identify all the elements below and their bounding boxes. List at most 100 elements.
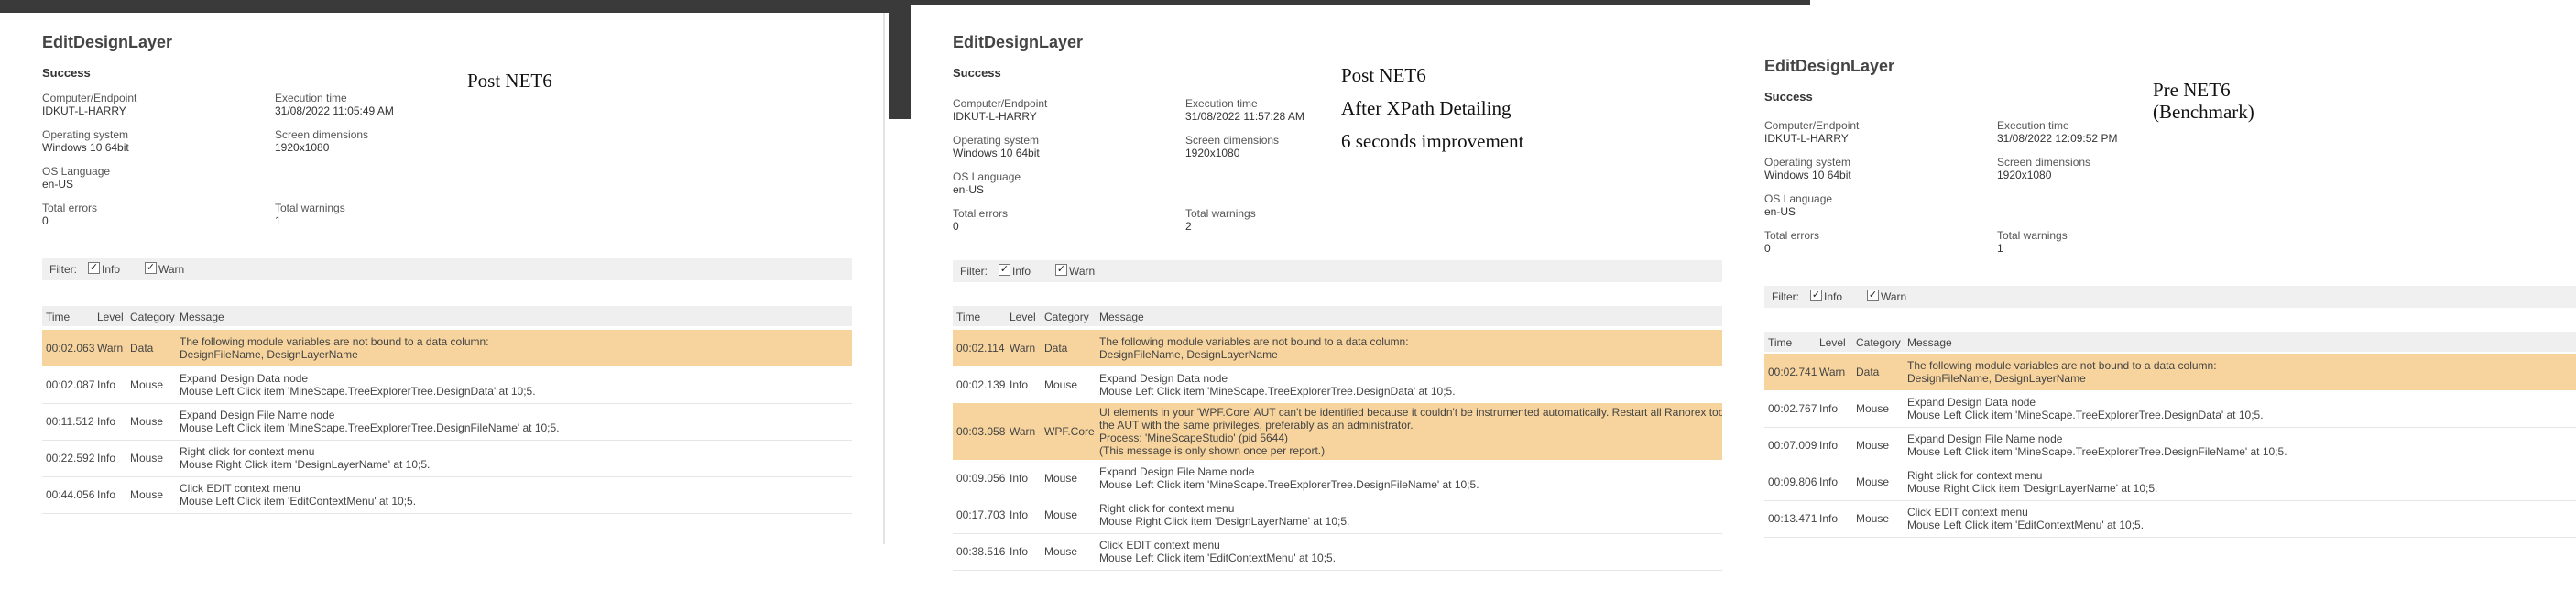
info-label-os: Operating system — [953, 134, 1040, 147]
column-header-level[interactable]: Level — [1010, 311, 1036, 323]
info-value-lang: en-US — [1764, 205, 1796, 218]
report-title: EditDesignLayer — [953, 33, 1084, 51]
filter-bar: Filter: ✓ Info ✓ Warn — [1764, 286, 2576, 308]
cell-category: Mouse — [1856, 439, 1890, 452]
table-header: Time Level Category Message — [1764, 332, 2576, 352]
message-line: DesignFileName, DesignLayerName — [180, 348, 358, 361]
column-header-category[interactable]: Category — [1856, 336, 1901, 349]
message-line: Mouse Left Click item 'MineScape.TreeExp… — [1099, 478, 1479, 491]
message-line: Expand Design Data node — [1907, 396, 2036, 409]
info-value-computer: IDKUT-L-HARRY — [1764, 132, 1849, 145]
info-value-warnings: 1 — [1997, 242, 2003, 255]
column-header-time[interactable]: Time — [956, 311, 980, 323]
cell-time: 00:02.114 — [956, 342, 1005, 355]
cell-level: Info — [1010, 545, 1029, 558]
message-line: Expand Design File Name node — [1907, 432, 2063, 445]
info-label-computer: Computer/Endpoint — [1764, 119, 1860, 132]
message-line: Mouse Left Click item 'MineScape.TreeExp… — [180, 385, 536, 398]
table-row[interactable]: 00:02.114 Warn Data The following module va… — [953, 330, 1759, 366]
column-header-level[interactable]: Level — [97, 311, 124, 323]
warn-checkbox-label[interactable]: Warn — [158, 263, 184, 276]
cell-message: Click EDIT context menu Mouse Left Click … — [180, 482, 848, 508]
info-label-screen: Screen dimensions — [1997, 156, 2091, 169]
annotation-note: Pre NET6 — [2153, 79, 2231, 101]
table-row[interactable]: 00:09.806 Info Mouse Right click for contex… — [1764, 464, 2576, 501]
cell-level: Info — [1819, 512, 1839, 525]
filter-label: Filter: — [960, 265, 988, 278]
table-row[interactable]: 00:02.087 Info Mouse Expand Design Data nod… — [42, 366, 852, 404]
info-value-computer: IDKUT-L-HARRY — [953, 110, 1037, 123]
table-row[interactable]: 00:07.009 Info Mouse Expand Design File Nam… — [1764, 427, 2576, 464]
info-label-lang: OS Language — [953, 170, 1021, 183]
table-row[interactable]: 00:17.703 Info Mouse Right click for contex… — [953, 497, 1759, 534]
info-checkbox[interactable]: ✓ — [1810, 290, 1822, 301]
cell-level: Info — [1010, 378, 1029, 391]
column-header-message[interactable]: Message — [180, 311, 224, 323]
cell-category: Mouse — [1856, 512, 1890, 525]
warn-checkbox-label[interactable]: Warn — [1069, 265, 1095, 278]
cell-level: Warn — [1010, 425, 1036, 438]
info-checkbox-label[interactable]: Info — [1824, 290, 1842, 303]
cell-message: The following module variables are not b… — [1099, 335, 1755, 361]
status-text: Success — [42, 66, 91, 80]
table-row[interactable]: 00:03.058 Warn WPF.Core UI elements in your… — [953, 403, 1759, 460]
cell-message: Expand Design File Name node Mouse Left C… — [180, 409, 848, 434]
column-header-message[interactable]: Message — [1099, 311, 1144, 323]
message-line: Right click for context menu — [180, 445, 315, 458]
info-label-os: Operating system — [42, 128, 129, 141]
info-checkbox[interactable]: ✓ — [999, 264, 1010, 276]
message-line: Right click for context menu — [1099, 502, 1235, 515]
cell-category: Data — [1044, 342, 1068, 355]
message-line: Expand Design File Name node — [1099, 465, 1255, 478]
column-header-time[interactable]: Time — [1768, 336, 1792, 349]
cell-level: Info — [97, 378, 116, 391]
column-header-message[interactable]: Message — [1907, 336, 1952, 349]
filter-label: Filter: — [1772, 290, 1799, 303]
warn-checkbox-label[interactable]: Warn — [1881, 290, 1906, 303]
cell-category: Mouse — [1044, 508, 1078, 521]
info-label-warnings: Total warnings — [1997, 229, 2068, 242]
warn-checkbox[interactable]: ✓ — [1055, 264, 1067, 276]
cell-category: Mouse — [1044, 378, 1078, 391]
column-header-category[interactable]: Category — [130, 311, 175, 323]
info-checkbox[interactable]: ✓ — [88, 262, 100, 274]
cell-message: Expand Design File Name node Mouse Left C… — [1099, 465, 1755, 491]
report-panel-post-net6-xpath: EditDesignLayer Success Post NET6 After XPa… — [911, 13, 1759, 590]
cell-level: Info — [1819, 402, 1839, 415]
window-separator — [889, 0, 911, 119]
cell-category: Mouse — [1856, 475, 1890, 488]
table-row[interactable]: 00:02.139 Info Mouse Expand Design Data nod… — [953, 366, 1759, 404]
info-label-errors: Total errors — [42, 202, 98, 214]
info-checkbox-label[interactable]: Info — [1012, 265, 1031, 278]
table-row[interactable]: 00:02.741 Warn Data The following module va… — [1764, 354, 2576, 390]
info-label-lang: OS Language — [1764, 192, 1833, 205]
table-row[interactable]: 00:44.056 Info Mouse Click EDIT context men… — [42, 476, 852, 514]
warn-checkbox[interactable]: ✓ — [1867, 290, 1879, 301]
table-row[interactable]: 00:09.056 Info Mouse Expand Design File Nam… — [953, 460, 1759, 497]
warn-checkbox[interactable]: ✓ — [145, 262, 157, 274]
info-label-computer: Computer/Endpoint — [42, 92, 137, 104]
annotation-note: After XPath Detailing — [1341, 97, 1512, 119]
info-value-screen: 1920x1080 — [1185, 147, 1240, 159]
status-text: Success — [953, 66, 1001, 80]
table-row[interactable]: 00:22.592 Info Mouse Right click for contex… — [42, 440, 852, 477]
info-label-os: Operating system — [1764, 156, 1851, 169]
cell-time: 00:02.087 — [46, 378, 95, 391]
info-value-errors: 0 — [1764, 242, 1771, 255]
cell-level: Info — [97, 415, 116, 428]
table-row[interactable]: 00:02.063 Warn Data The following module va… — [42, 330, 852, 366]
info-value-errors: 0 — [953, 220, 959, 233]
annotation-note: Post NET6 — [1341, 64, 1426, 86]
table-row[interactable]: 00:13.471 Info Mouse Click EDIT context men… — [1764, 500, 2576, 538]
message-line: Mouse Right Click item 'DesignLayerName'… — [1099, 515, 1350, 528]
table-row[interactable]: 00:11.512 Info Mouse Expand Design File Nam… — [42, 403, 852, 441]
table-row[interactable]: 00:02.767 Info Mouse Expand Design Data nod… — [1764, 390, 2576, 428]
column-header-category[interactable]: Category — [1044, 311, 1089, 323]
column-header-time[interactable]: Time — [46, 311, 70, 323]
info-label-errors: Total errors — [953, 207, 1009, 220]
info-checkbox-label[interactable]: Info — [102, 263, 120, 276]
column-header-level[interactable]: Level — [1819, 336, 1846, 349]
table-row[interactable]: 00:38.516 Info Mouse Click EDIT context men… — [953, 533, 1759, 571]
info-value-os: Windows 10 64bit — [42, 141, 129, 154]
info-label-errors: Total errors — [1764, 229, 1820, 242]
